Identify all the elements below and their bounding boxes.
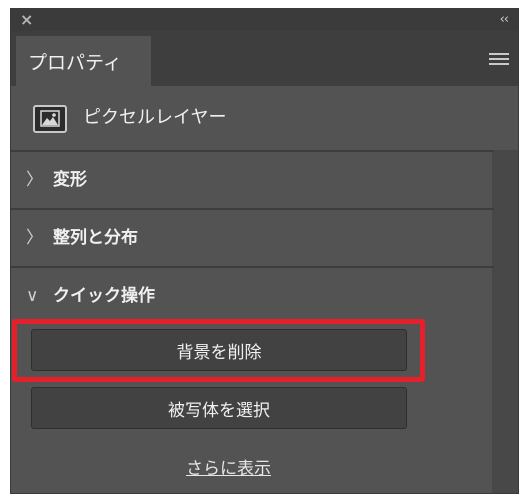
collapse-panel-icon[interactable]: ‹‹ bbox=[500, 10, 509, 30]
chevron-down-icon: ∨ bbox=[26, 286, 39, 306]
layer-type-row: ピクセルレイヤー bbox=[11, 86, 518, 150]
chevron-right-icon: 〉 bbox=[26, 228, 43, 248]
tab-properties[interactable]: プロパティ bbox=[16, 36, 151, 86]
section-quick-actions[interactable]: ∨ クイック操作 bbox=[11, 268, 494, 324]
scrollbar-track[interactable] bbox=[492, 150, 518, 493]
section-align-distribute-label: 整列と分布 bbox=[53, 228, 138, 248]
layer-type-label: ピクセルレイヤー bbox=[83, 107, 227, 128]
properties-panel: × ‹‹ プロパティ ピクセルレイヤー 〉 変形 〉 整列と分布 ∨ クイック操… bbox=[10, 8, 519, 494]
section-transform[interactable]: 〉 変形 bbox=[11, 152, 494, 208]
pixel-layer-icon bbox=[33, 105, 67, 133]
show-more-label[interactable]: さらに表示 bbox=[186, 459, 271, 479]
select-subject-button[interactable]: 被写体を選択 bbox=[31, 387, 407, 429]
section-transform-label: 変形 bbox=[53, 170, 87, 190]
highlight-box bbox=[12, 319, 425, 382]
section-align-distribute[interactable]: 〉 整列と分布 bbox=[11, 210, 494, 266]
hamburger-menu-icon[interactable] bbox=[489, 53, 509, 68]
section-quick-actions-label: クイック操作 bbox=[53, 286, 155, 306]
panel-title-bar: × ‹‹ bbox=[11, 9, 518, 31]
panel-tab-row: プロパティ bbox=[11, 31, 518, 86]
show-more-link[interactable]: さらに表示 bbox=[11, 457, 446, 481]
close-icon[interactable]: × bbox=[20, 10, 33, 30]
chevron-right-icon: 〉 bbox=[26, 170, 43, 190]
